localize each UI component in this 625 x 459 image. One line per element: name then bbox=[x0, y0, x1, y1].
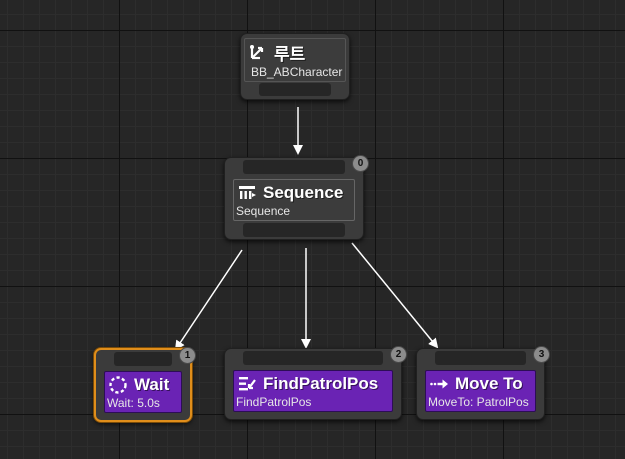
move-to-icon bbox=[430, 379, 448, 389]
wait-icon bbox=[109, 376, 127, 394]
wait-input-pin[interactable] bbox=[114, 352, 172, 366]
findpatrolpos-task-body: FindPatrolPos FindPatrolPos bbox=[233, 370, 393, 412]
wait-task-node[interactable]: 1 Wait Wait: 5.0s bbox=[94, 347, 196, 422]
behavior-tree-graph[interactable]: 루트 BB_ABCharacter 0 Sequence Sequence 1 … bbox=[0, 0, 625, 459]
findpatrolpos-title: FindPatrolPos bbox=[263, 374, 379, 393]
moveto-title: Move To bbox=[455, 374, 523, 393]
root-node-body: 루트 BB_ABCharacter bbox=[244, 38, 346, 82]
execution-order-badge: 0 bbox=[352, 155, 369, 172]
root-output-pin[interactable] bbox=[259, 83, 331, 96]
task-list-icon bbox=[239, 377, 256, 391]
root-branch-icon bbox=[250, 45, 264, 60]
findpatrolpos-input-pin[interactable] bbox=[243, 351, 383, 365]
sequence-node[interactable]: 0 Sequence Sequence bbox=[224, 155, 369, 240]
root-title: 루트 bbox=[274, 44, 306, 64]
sequence-title: Sequence bbox=[263, 183, 344, 202]
findpatrolpos-subtitle: FindPatrolPos bbox=[236, 395, 312, 409]
moveto-task-body: Move To MoveTo: PatrolPos bbox=[425, 370, 536, 412]
sequence-subtitle: Sequence bbox=[236, 204, 291, 218]
moveto-input-pin[interactable] bbox=[435, 351, 526, 365]
moveto-subtitle: MoveTo: PatrolPos bbox=[428, 395, 529, 409]
wire-sequence-to-wait bbox=[174, 249, 243, 351]
wire-sequence-to-moveto bbox=[351, 242, 439, 349]
execution-order-badge: 2 bbox=[390, 346, 407, 363]
root-subtitle: BB_ABCharacter bbox=[251, 65, 343, 79]
wait-task-body: Wait Wait: 5.0s bbox=[104, 371, 182, 413]
root-node[interactable]: 루트 BB_ABCharacter bbox=[240, 33, 350, 100]
sequence-input-pin[interactable] bbox=[243, 160, 345, 174]
wait-title: Wait bbox=[134, 375, 170, 394]
moveto-task-node[interactable]: 3 Move To MoveTo: PatrolPos bbox=[416, 346, 550, 420]
execution-order-badge: 3 bbox=[533, 346, 550, 363]
findpatrolpos-task-node[interactable]: 2 FindPatrolPos FindPatrolPos bbox=[224, 346, 407, 420]
sequence-output-pin[interactable] bbox=[243, 223, 345, 237]
execution-order-badge: 1 bbox=[179, 347, 196, 364]
wait-subtitle: Wait: 5.0s bbox=[107, 396, 160, 410]
sequence-node-body: Sequence Sequence bbox=[233, 179, 355, 221]
sequence-icon bbox=[239, 186, 256, 199]
